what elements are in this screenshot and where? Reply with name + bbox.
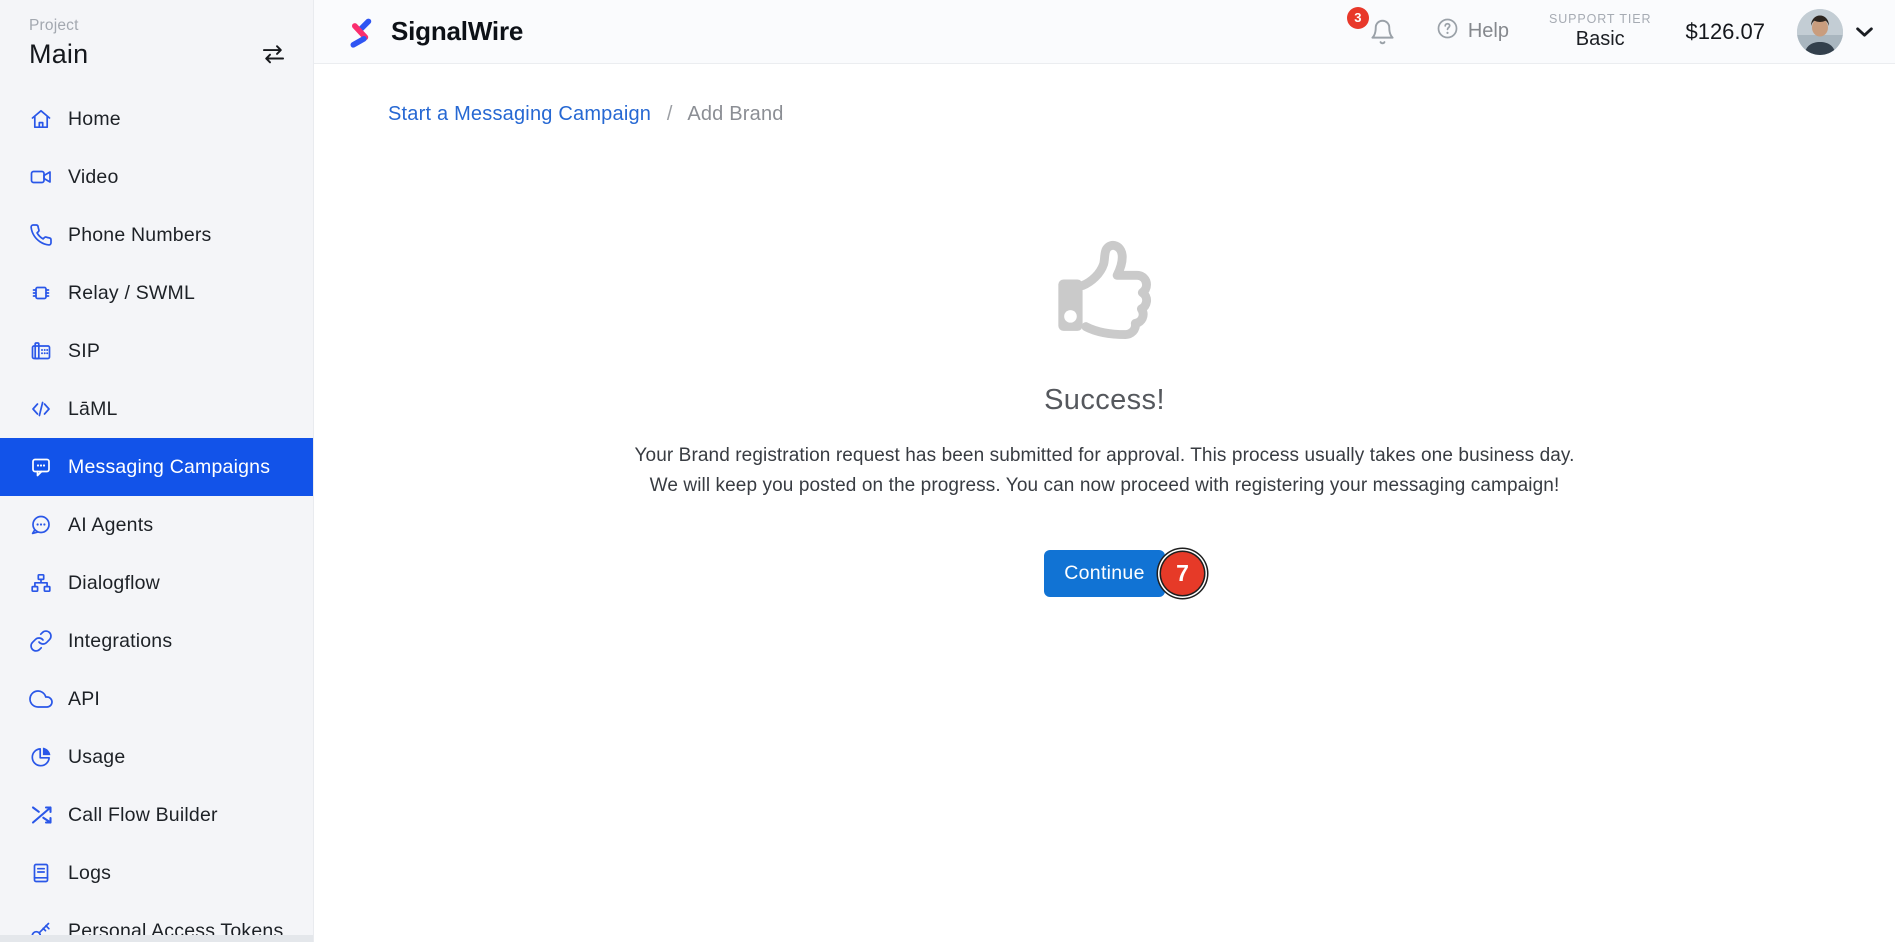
brand-logo[interactable]: SignalWire <box>345 12 523 52</box>
success-message: Your Brand registration request has been… <box>619 441 1591 500</box>
sidebar-item-laml[interactable]: LāML <box>0 380 313 438</box>
sidebar-item-home[interactable]: Home <box>0 90 313 148</box>
sidebar-item-sip[interactable]: SIP <box>0 322 313 380</box>
support-tier-value: Basic <box>1549 28 1652 51</box>
project-name: Main <box>29 39 88 70</box>
phone-icon <box>29 223 53 247</box>
thumbs-up-icon <box>1049 232 1161 353</box>
code-icon <box>29 397 53 421</box>
sidebar-item-logs[interactable]: Logs <box>0 844 313 902</box>
desk-phone-icon <box>29 339 53 363</box>
support-tier-label: SUPPORT TIER <box>1549 12 1652 26</box>
chip-icon <box>29 281 53 305</box>
sidebar-item-dialogflow[interactable]: Dialogflow <box>0 554 313 612</box>
notification-badge: 3 <box>1347 7 1369 29</box>
support-tier: SUPPORT TIER Basic <box>1549 12 1652 51</box>
sidebar-item-ai-agents[interactable]: AI Agents <box>0 496 313 554</box>
sidebar-item-label: Relay / SWML <box>68 282 195 305</box>
sidebar-bottom-strip <box>0 935 313 942</box>
sidebar-item-label: Usage <box>68 746 125 769</box>
help-label: Help <box>1468 20 1509 43</box>
sidebar-item-label: LāML <box>68 398 118 421</box>
sidebar-item-api[interactable]: API <box>0 670 313 728</box>
notifications-button[interactable]: 3 <box>1369 18 1396 46</box>
chat-bubble-icon <box>29 455 53 479</box>
page-title: Success! <box>1044 384 1165 417</box>
account-menu-button[interactable] <box>1856 27 1873 37</box>
brand-name: SignalWire <box>391 16 523 47</box>
annotation-marker-7: 7 <box>1161 552 1204 595</box>
sidebar-item-video[interactable]: Video <box>0 148 313 206</box>
breadcrumb-current: Add Brand <box>687 103 783 125</box>
continue-button[interactable]: Continue <box>1044 550 1165 597</box>
sidebar-item-label: Logs <box>68 862 111 885</box>
breadcrumb: Start a Messaging Campaign / Add Brand <box>388 103 1895 126</box>
sidebar-item-label: Dialogflow <box>68 572 160 595</box>
sidebar-item-messaging-campaigns[interactable]: Messaging Campaigns <box>0 438 313 496</box>
help-icon <box>1436 17 1459 46</box>
bell-icon <box>1369 18 1396 46</box>
pie-chart-icon <box>29 745 53 769</box>
project-block: Project Main <box>0 0 313 70</box>
sidebar-item-label: Phone Numbers <box>68 224 212 247</box>
cloud-icon <box>29 687 53 711</box>
sidebar-item-relay-swml[interactable]: Relay / SWML <box>0 264 313 322</box>
sidebar-item-label: AI Agents <box>68 514 153 537</box>
sidebar-item-call-flow-builder[interactable]: Call Flow Builder <box>0 786 313 844</box>
shuffle-icon <box>29 803 53 827</box>
signalwire-logo-icon <box>345 12 379 52</box>
video-camera-icon <box>29 165 53 189</box>
project-label: Project <box>29 17 287 35</box>
sidebar-item-phone-numbers[interactable]: Phone Numbers <box>0 206 313 264</box>
sidebar-item-label: Messaging Campaigns <box>68 456 270 479</box>
top-header: SignalWire 3 Help SUPPORT TIER Basic $12… <box>314 0 1895 64</box>
breadcrumb-separator: / <box>667 103 673 125</box>
breadcrumb-link[interactable]: Start a Messaging Campaign <box>388 103 651 125</box>
sidebar-item-label: Integrations <box>68 630 172 653</box>
project-switcher-icon[interactable] <box>260 44 287 69</box>
link-icon <box>29 629 53 653</box>
sidebar: Project Main Home Video Phone Numbers <box>0 0 314 942</box>
sidebar-item-integrations[interactable]: Integrations <box>0 612 313 670</box>
sidebar-item-label: SIP <box>68 340 100 363</box>
sitemap-icon <box>29 571 53 595</box>
sidebar-item-label: Call Flow Builder <box>68 804 218 827</box>
avatar[interactable] <box>1797 9 1843 55</box>
home-icon <box>29 107 53 131</box>
sidebar-item-label: Home <box>68 108 121 131</box>
sidebar-nav: Home Video Phone Numbers Relay / SWML SI… <box>0 90 313 942</box>
main-content: Start a Messaging Campaign / Add Brand S… <box>314 0 1895 597</box>
sidebar-item-label: Video <box>68 166 119 189</box>
sidebar-item-usage[interactable]: Usage <box>0 728 313 786</box>
ai-chat-icon <box>29 513 53 537</box>
sidebar-item-label: API <box>68 688 100 711</box>
book-icon <box>29 861 53 885</box>
help-button[interactable]: Help <box>1436 17 1509 46</box>
chevron-down-icon <box>1856 27 1873 37</box>
account-balance[interactable]: $126.07 <box>1685 19 1765 45</box>
